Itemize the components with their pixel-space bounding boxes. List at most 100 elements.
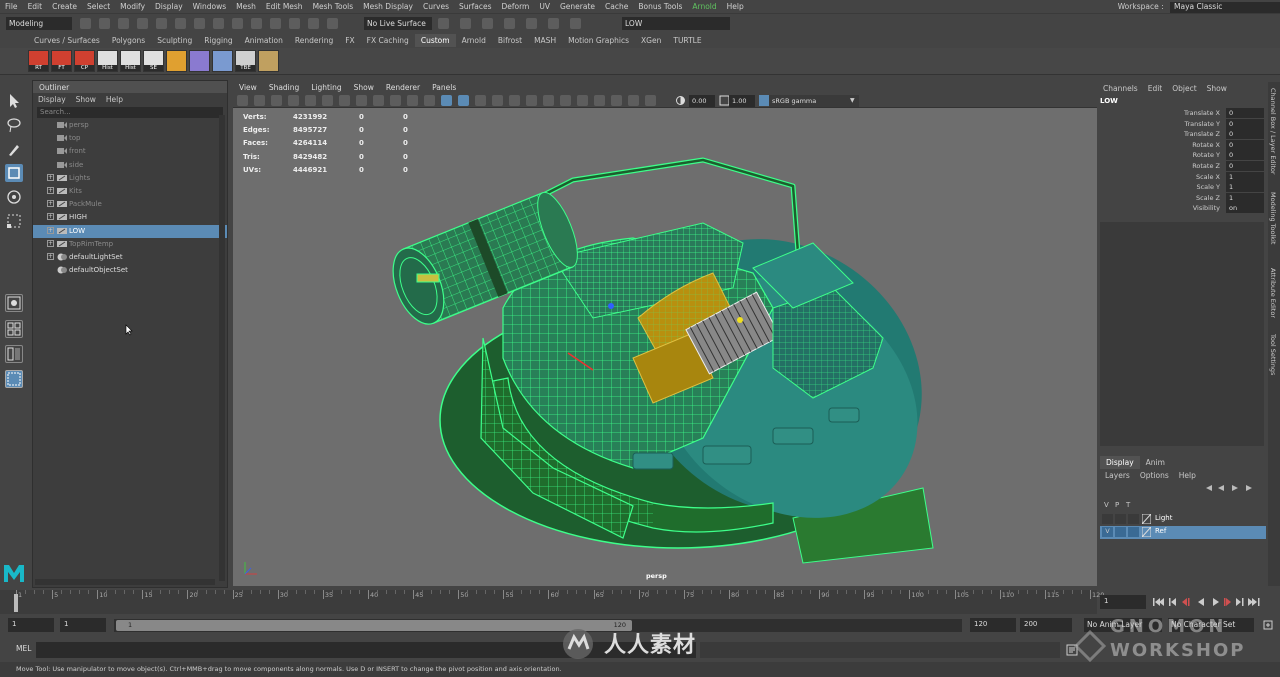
expand-icon[interactable]: + xyxy=(47,252,54,260)
menu-mesh-tools[interactable]: Mesh Tools xyxy=(308,0,359,11)
shelf-tab-bifrost[interactable]: Bifrost xyxy=(492,34,528,47)
cp-script-icon[interactable]: CP xyxy=(74,50,95,72)
layer-row-light[interactable]: Light xyxy=(1100,513,1266,526)
side-tab-channel-box-layer-editor[interactable]: Channel Box / Layer Editor xyxy=(1269,88,1277,175)
ft-script-icon[interactable]: FT xyxy=(51,50,72,72)
redo-icon[interactable] xyxy=(156,18,167,29)
expand-icon[interactable]: + xyxy=(47,200,54,208)
menu-help[interactable]: Help xyxy=(722,0,749,11)
layer-menu-layers[interactable]: Layers xyxy=(1100,469,1135,482)
channel-visibility[interactable]: Visibility on xyxy=(1098,203,1266,214)
range-end-inner-field[interactable]: 120 xyxy=(970,618,1016,632)
current-time-marker[interactable] xyxy=(14,594,18,612)
shelf-tab-sculpting[interactable]: Sculpting xyxy=(151,34,198,47)
render-view-icon[interactable] xyxy=(548,18,559,29)
bend-icon[interactable] xyxy=(212,50,233,72)
object-name-field[interactable]: LOW xyxy=(622,17,730,30)
menu-edit-mesh[interactable]: Edit Mesh xyxy=(261,0,308,11)
channel-menu-show[interactable]: Show xyxy=(1202,82,1232,95)
xray-joints-icon[interactable] xyxy=(628,95,639,106)
channel-value-field[interactable]: 1 xyxy=(1226,182,1264,193)
outliner-item-side[interactable]: side xyxy=(33,159,227,172)
shelf-tab-custom[interactable]: Custom xyxy=(414,34,456,47)
lights-icon[interactable] xyxy=(492,95,503,106)
channel-rotate-x[interactable]: Rotate X 0 xyxy=(1098,139,1266,151)
current-frame-field[interactable]: 1 xyxy=(1100,595,1146,609)
xray-components-icon[interactable] xyxy=(645,95,656,106)
film-gate-icon[interactable] xyxy=(322,95,333,106)
channel-value-field[interactable]: 0 xyxy=(1226,108,1264,118)
range-end-field[interactable]: 200 xyxy=(1020,618,1072,632)
channel-value-field[interactable]: 0 xyxy=(1226,150,1264,161)
expand-icon[interactable]: + xyxy=(47,213,54,221)
menu-surfaces[interactable]: Surfaces xyxy=(454,0,496,11)
cube-icon[interactable] xyxy=(189,50,210,72)
time-slider[interactable]: 1 5 10 15 20 25 30 35 40 45 50 55 60 65 70 75 80 85 90 95 10… xyxy=(0,590,1280,614)
layer-playback-toggle[interactable] xyxy=(1115,527,1126,537)
menu-windows[interactable]: Windows xyxy=(188,0,231,11)
snap-view-icon[interactable] xyxy=(327,18,338,29)
menu-modify[interactable]: Modify xyxy=(115,0,150,11)
smooth-shade-icon[interactable] xyxy=(441,95,452,106)
channel-value-field[interactable]: 1 xyxy=(1226,192,1264,203)
outliner-menu-display[interactable]: Display xyxy=(33,93,71,106)
side-tab-attribute-editor[interactable]: Attribute Editor xyxy=(1269,268,1277,318)
xray-icon[interactable] xyxy=(611,95,622,106)
viewport-menu-panels[interactable]: Panels xyxy=(426,82,462,93)
four-pane-icon[interactable] xyxy=(5,320,23,338)
channel-translate-x[interactable]: Translate X 0 xyxy=(1098,108,1266,119)
menu-curves[interactable]: Curves xyxy=(418,0,454,11)
outliner-item-front[interactable]: front xyxy=(33,145,227,158)
layer-menu-options[interactable]: Options xyxy=(1135,469,1174,482)
side-pane-icon[interactable] xyxy=(5,345,23,363)
viewport-menu-renderer[interactable]: Renderer xyxy=(380,82,426,93)
outliner-item-kits[interactable]: + Kits xyxy=(33,185,227,198)
render-current-icon[interactable] xyxy=(460,18,471,29)
expand-icon[interactable]: + xyxy=(47,186,54,194)
outliner-pane-icon[interactable] xyxy=(5,370,23,388)
channel-value-field[interactable]: 1 xyxy=(1226,171,1264,182)
workspace-dropdown[interactable]: Maya Classic xyxy=(1170,2,1280,13)
rotate-tool-icon[interactable] xyxy=(5,188,23,206)
textured-icon[interactable] xyxy=(475,95,486,106)
mel-label[interactable]: MEL xyxy=(16,644,31,653)
tool-shape-icon[interactable] xyxy=(166,50,187,72)
resolution-gate-icon[interactable] xyxy=(339,95,350,106)
motion-blur-icon[interactable] xyxy=(543,95,554,106)
shelf-tab-turtle[interactable]: TURTLE xyxy=(667,34,707,47)
layer-type-toggle[interactable] xyxy=(1128,527,1139,537)
gate-mask-icon[interactable] xyxy=(356,95,367,106)
camera-attributes-icon[interactable] xyxy=(254,95,265,106)
gamma-field[interactable]: 1.00 xyxy=(729,95,755,107)
channel-value-field[interactable]: on xyxy=(1226,203,1264,214)
image-plane-icon[interactable] xyxy=(288,95,299,106)
outliner-menu-show[interactable]: Show xyxy=(71,93,101,106)
depth-of-field-icon[interactable] xyxy=(577,95,588,106)
rt-script-icon[interactable]: RT xyxy=(28,50,49,72)
outliner-item-toprimtemp[interactable]: + TopRimTemp xyxy=(33,238,227,251)
outliner-search-input[interactable]: Search... xyxy=(37,107,223,118)
channel-scale-x[interactable]: Scale X 1 xyxy=(1098,171,1266,183)
viewport-menu-shading[interactable]: Shading xyxy=(263,82,305,93)
wireframe-on-shaded-icon[interactable] xyxy=(458,95,469,106)
viewport-menu-show[interactable]: Show xyxy=(348,82,380,93)
viewport-menu-lighting[interactable]: Lighting xyxy=(305,82,347,93)
outliner-item-defaultobjectset[interactable]: defaultObjectSet xyxy=(33,264,227,277)
layer-playback-toggle[interactable] xyxy=(1115,514,1126,524)
outliner-item-packmule[interactable]: + PackMule xyxy=(33,198,227,211)
menu-set-dropdown[interactable]: Modeling xyxy=(6,17,72,30)
outliner-item-low[interactable]: + LOW xyxy=(33,224,227,238)
antialias-icon[interactable] xyxy=(560,95,571,106)
channel-menu-channels[interactable]: Channels xyxy=(1098,82,1143,95)
exposure-field[interactable]: 0.00 xyxy=(689,95,715,107)
range-start-inner-field[interactable]: 1 xyxy=(60,618,106,632)
layer-visible-toggle[interactable]: V xyxy=(1102,527,1113,537)
hypershade-icon[interactable] xyxy=(526,18,537,29)
channel-value-field[interactable]: 0 xyxy=(1226,139,1264,150)
new-scene-icon[interactable] xyxy=(80,18,91,29)
scale-tool-icon[interactable] xyxy=(5,212,23,230)
layer-tab-display[interactable]: Display xyxy=(1100,456,1140,469)
grid-icon[interactable] xyxy=(305,95,316,106)
menu-generate[interactable]: Generate xyxy=(555,0,600,11)
delete-history-icon[interactable]: Hist xyxy=(97,50,118,72)
